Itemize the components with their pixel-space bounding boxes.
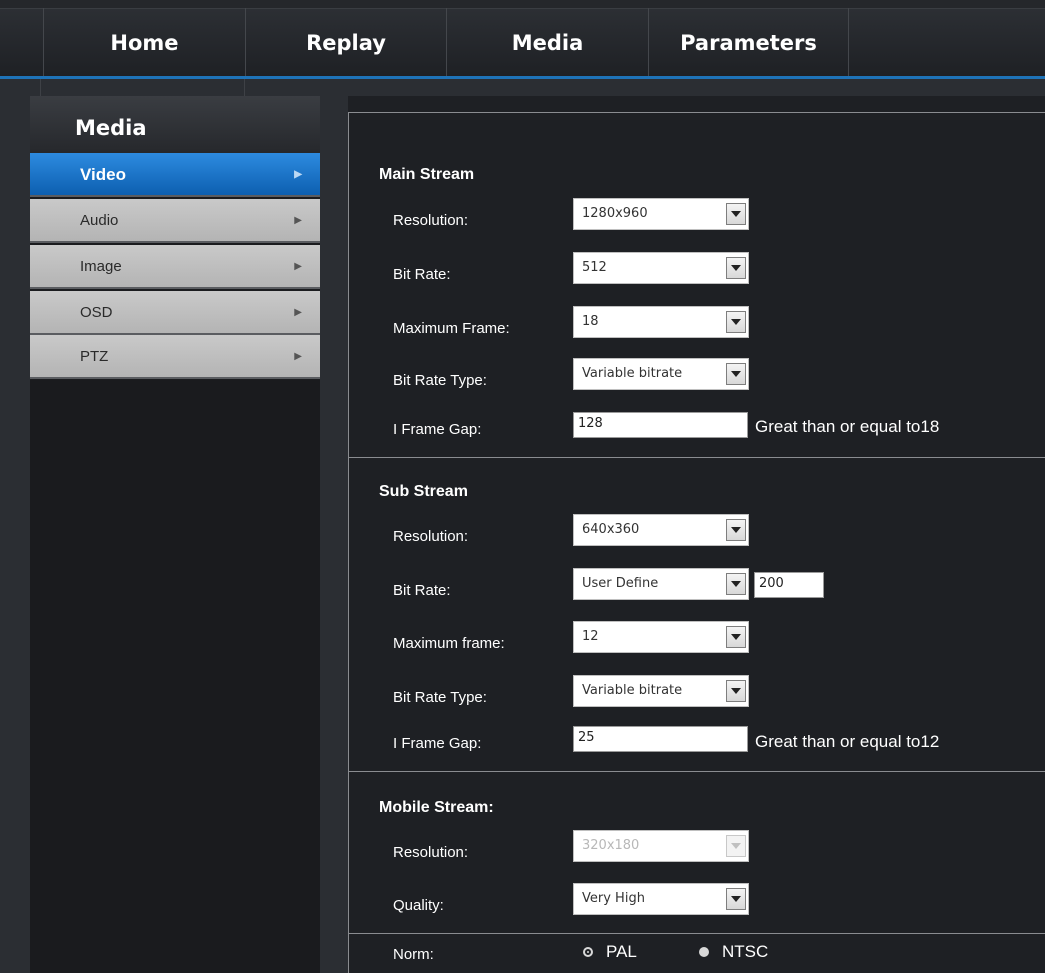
main-max-frame-label: Maximum Frame: [393, 320, 510, 337]
tab-parameters[interactable]: Parameters [649, 8, 849, 78]
main-bitrate-select[interactable]: 512 [573, 252, 749, 284]
chevron-right-icon: ▶ [294, 261, 302, 272]
tab-home[interactable]: Home [43, 8, 246, 78]
chevron-down-icon [726, 835, 746, 857]
sub-iframe-hint: Great than or equal to12 [755, 732, 940, 751]
left-edge-panel [0, 96, 30, 973]
sub-stream-title: Sub Stream [379, 483, 468, 500]
sidebar-item-video[interactable]: Video ▶ [30, 153, 320, 197]
mobile-quality-label: Quality: [393, 897, 444, 914]
section-divider [348, 771, 1045, 772]
top-nav-bar: Home Replay Media Parameters [0, 0, 1045, 96]
radio-ntsc[interactable] [699, 947, 709, 957]
mobile-quality-select[interactable]: Very High [573, 883, 749, 915]
sub-resolution-select[interactable]: 640x360 [573, 514, 749, 546]
select-value: 12 [582, 629, 599, 644]
radio-ntsc-label: NTSC [722, 942, 769, 961]
chevron-down-icon [726, 257, 746, 279]
chevron-down-icon [726, 363, 746, 385]
main-iframe-gap-input[interactable]: 128 [573, 412, 748, 438]
main-bitrate-label: Bit Rate: [393, 266, 451, 283]
chevron-down-icon [726, 311, 746, 333]
sub-max-frame-label: Maximum frame: [393, 635, 505, 652]
select-value: 320x180 [582, 838, 640, 853]
main-iframe-label: I Frame Gap: [393, 421, 482, 438]
sub-max-frame-select[interactable]: 12 [573, 621, 749, 653]
sub-bitrate-select[interactable]: User Define [573, 568, 749, 600]
chevron-down-icon [726, 573, 746, 595]
sidebar-header: Media [30, 96, 320, 153]
sidebar: Media Video ▶ Audio ▶ Image ▶ OSD ▶ PTZ … [30, 96, 320, 973]
sub-iframe-gap-input[interactable]: 25 [573, 726, 748, 752]
chevron-right-icon: ▶ [294, 215, 302, 226]
sidebar-item-label: Video [80, 165, 126, 184]
section-divider [348, 933, 1045, 934]
chevron-down-icon [726, 519, 746, 541]
select-value: Very High [582, 891, 645, 906]
select-value: Variable bitrate [582, 683, 683, 698]
sidebar-item-label: PTZ [80, 348, 109, 365]
sidebar-title: Media [75, 116, 147, 140]
tab-media[interactable]: Media [447, 8, 649, 78]
radio-pal-label: PAL [606, 942, 637, 961]
sidebar-item-osd[interactable]: OSD ▶ [30, 291, 320, 335]
sidebar-item-audio[interactable]: Audio ▶ [30, 199, 320, 243]
sub-bitrate-label: Bit Rate: [393, 582, 451, 599]
select-value: 512 [582, 260, 607, 275]
main-iframe-hint: Great than or equal to18 [755, 417, 940, 436]
mobile-stream-title: Mobile Stream: [379, 799, 494, 816]
select-value: 1280x960 [582, 206, 648, 221]
sub-bitrate-custom-input[interactable]: 200 [754, 572, 824, 598]
section-divider [348, 457, 1045, 458]
chevron-right-icon: ▶ [294, 169, 302, 180]
sidebar-item-label: Audio [80, 212, 119, 229]
chevron-down-icon [726, 680, 746, 702]
main-bitrate-type-select[interactable]: Variable bitrate [573, 358, 749, 390]
norm-label: Norm: [393, 946, 434, 963]
sidebar-item-label: OSD [80, 304, 113, 321]
chevron-down-icon [726, 888, 746, 910]
main-max-frame-select[interactable]: 18 [573, 306, 749, 338]
sub-bitrate-type-select[interactable]: Variable bitrate [573, 675, 749, 707]
sidebar-item-ptz[interactable]: PTZ ▶ [30, 335, 320, 379]
mobile-resolution-label: Resolution: [393, 844, 469, 861]
sub-resolution-label: Resolution: [393, 528, 469, 545]
tab-replay[interactable]: Replay [246, 8, 447, 78]
radio-pal[interactable] [583, 947, 593, 957]
main-bitrate-type-label: Bit Rate Type: [393, 372, 487, 389]
chevron-down-icon [726, 626, 746, 648]
main-resolution-label: Resolution: [393, 212, 469, 229]
sidebar-item-image[interactable]: Image ▶ [30, 245, 320, 289]
main-stream-title: Main Stream [379, 166, 475, 183]
content-gutter [320, 96, 348, 973]
select-value: User Define [582, 576, 659, 591]
main-resolution-select[interactable]: 1280x960 [573, 198, 749, 230]
sub-iframe-label: I Frame Gap: [393, 735, 482, 752]
mobile-resolution-select[interactable]: 320x180 [573, 830, 749, 862]
select-value: 18 [582, 314, 599, 329]
sub-bitrate-type-label: Bit Rate Type: [393, 689, 487, 706]
select-value: Variable bitrate [582, 366, 683, 381]
sidebar-item-label: Image [80, 258, 122, 275]
chevron-down-icon [726, 203, 746, 225]
nav-underbar-divider [40, 79, 245, 96]
chevron-right-icon: ▶ [294, 351, 302, 362]
select-value: 640x360 [582, 522, 640, 537]
chevron-right-icon: ▶ [294, 307, 302, 318]
